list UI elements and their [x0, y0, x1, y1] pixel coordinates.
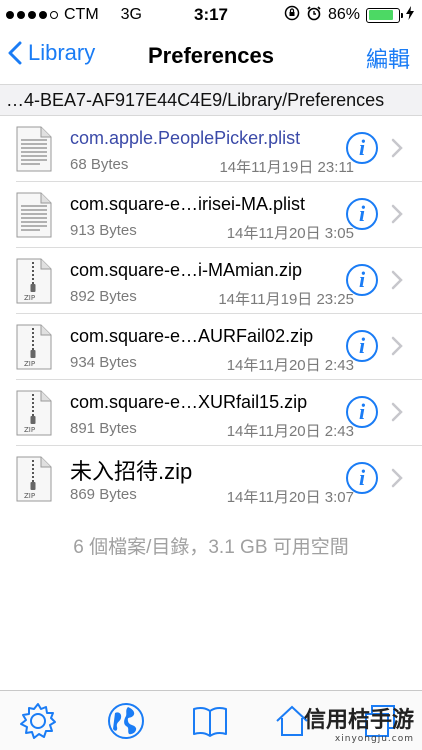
- file-row[interactable]: ZIP com.square-e…XURfail15.zip 891 Bytes…: [16, 380, 422, 446]
- settings-gear-icon[interactable]: [18, 701, 58, 741]
- info-button[interactable]: i: [346, 462, 378, 494]
- zip-document-icon: ZIP: [16, 258, 52, 304]
- plist-document-icon: [16, 192, 52, 238]
- rotation-lock-icon: [284, 5, 300, 25]
- book-icon[interactable]: [190, 701, 230, 741]
- chevron-right-icon[interactable]: [391, 402, 403, 422]
- edit-button[interactable]: 編輯: [366, 42, 410, 74]
- alarm-icon: [306, 5, 322, 25]
- storage-summary: 6 個檔案/目錄，3.1 GB 可用空間: [73, 537, 349, 558]
- file-name: com.square-e…i-MAmian.zip: [70, 260, 303, 280]
- file-size: 869 Bytes: [70, 486, 137, 503]
- page-title: Preferences: [148, 43, 274, 68]
- svg-text:ZIP: ZIP: [24, 492, 35, 500]
- info-button[interactable]: i: [346, 198, 378, 230]
- info-button[interactable]: i: [346, 396, 378, 428]
- navigation-bar: Library Preferences 編輯: [0, 30, 422, 84]
- path-breadcrumb: …4-BEA7-AF917E44C4E9/Library/Preferences: [0, 84, 422, 116]
- file-row[interactable]: ZIP com.square-e…i-MAmian.zip 892 Bytes …: [16, 248, 422, 314]
- file-row[interactable]: ZIP com.square-e…AURFail02.zip 934 Bytes…: [16, 314, 422, 380]
- charging-bolt-icon: [406, 5, 414, 25]
- file-date: 14年11月19日 23:11: [219, 159, 354, 176]
- file-size: 68 Bytes: [70, 156, 129, 173]
- status-right: 86%: [284, 5, 414, 25]
- file-row[interactable]: com.square-e…irisei-MA.plist 913 Bytes 1…: [16, 182, 422, 248]
- file-date: 14年11月20日 3:07: [226, 489, 354, 506]
- file-date: 14年11月20日 2:43: [226, 423, 354, 440]
- watermark-url: xinyongju.com: [334, 734, 414, 744]
- info-button[interactable]: i: [346, 132, 378, 164]
- chevron-right-icon[interactable]: [391, 138, 403, 158]
- file-name: com.square-e…XURfail15.zip: [70, 392, 308, 412]
- file-name: 未入招待.zip: [70, 459, 193, 484]
- tab-bar: 信用桔手游 xinyongju.com: [0, 690, 422, 750]
- file-name: com.square-e…irisei-MA.plist: [70, 194, 306, 214]
- file-date: 14年11月19日 23:25: [218, 291, 354, 308]
- zip-document-icon: ZIP: [16, 390, 52, 436]
- file-name: com.square-e…AURFail02.zip: [70, 326, 314, 346]
- globe-icon[interactable]: [106, 701, 146, 741]
- file-size: 913 Bytes: [70, 222, 137, 239]
- chevron-right-icon[interactable]: [391, 468, 403, 488]
- zip-document-icon: ZIP: [16, 324, 52, 370]
- battery-icon: [366, 7, 403, 23]
- svg-text:ZIP: ZIP: [24, 360, 35, 368]
- file-list: com.apple.PeoplePicker.plist 68 Bytes 14…: [0, 116, 422, 512]
- svg-text:ZIP: ZIP: [24, 294, 35, 302]
- info-button[interactable]: i: [346, 264, 378, 296]
- plist-document-icon: [16, 126, 52, 172]
- chevron-right-icon[interactable]: [391, 336, 403, 356]
- file-size: 891 Bytes: [70, 420, 137, 437]
- file-row[interactable]: ZIP 未入招待.zip 869 Bytes 14年11月20日 3:07 i: [16, 446, 422, 512]
- info-button[interactable]: i: [346, 330, 378, 362]
- svg-text:ZIP: ZIP: [24, 426, 35, 434]
- file-date: 14年11月20日 3:05: [226, 225, 354, 242]
- file-date: 14年11月20日 2:43: [226, 357, 354, 374]
- watermark-text: 信用桔手游: [303, 708, 414, 733]
- chevron-right-icon[interactable]: [391, 270, 403, 290]
- watermark-logo: 信用桔手游 xinyongju.com: [304, 702, 414, 744]
- chevron-right-icon[interactable]: [391, 204, 403, 224]
- zip-document-icon: ZIP: [16, 456, 52, 502]
- status-bar: CTM 3G 3:17 86%: [0, 0, 422, 30]
- file-size: 934 Bytes: [70, 354, 137, 371]
- file-size: 892 Bytes: [70, 288, 137, 305]
- file-row[interactable]: com.apple.PeoplePicker.plist 68 Bytes 14…: [16, 116, 422, 182]
- battery-percent: 86%: [327, 6, 360, 23]
- file-name: com.apple.PeoplePicker.plist: [70, 128, 301, 148]
